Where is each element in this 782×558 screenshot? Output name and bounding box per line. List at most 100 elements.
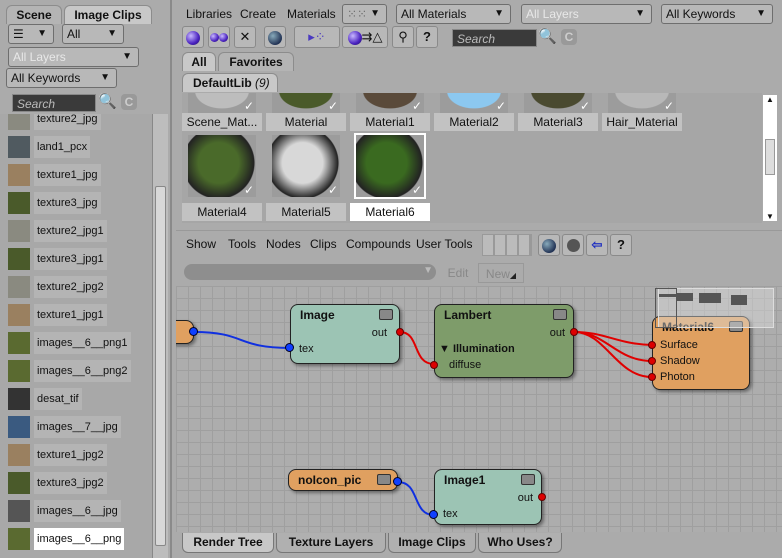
help-button[interactable]: ? xyxy=(416,26,438,48)
scroll-thumb[interactable] xyxy=(155,186,166,546)
navigation-minimap[interactable] xyxy=(655,288,774,328)
tree-menu-show[interactable]: Show xyxy=(186,237,216,251)
new-material-button[interactable] xyxy=(182,26,204,48)
preview-button[interactable] xyxy=(562,234,584,256)
material-card[interactable]: ✓ Material6 xyxy=(350,133,430,221)
clip-list-item[interactable]: texture2_jpg1 xyxy=(4,218,148,244)
tree-menu-compounds[interactable]: Compounds xyxy=(346,237,411,251)
port-image-out[interactable] xyxy=(396,328,404,336)
compound-selector[interactable]: ▼ xyxy=(184,264,436,280)
material-card[interactable]: ✓ Material5 xyxy=(266,135,346,221)
material-card[interactable]: ✓ Material4 xyxy=(182,135,262,221)
tab-texture-layers[interactable]: Texture Layers xyxy=(276,533,386,553)
clip-list-item[interactable]: images__6__png1 xyxy=(4,330,148,356)
collapse-icon[interactable] xyxy=(379,309,393,320)
clip-list-item[interactable]: desat_tif xyxy=(4,386,148,412)
clip-list-scrollbar[interactable] xyxy=(152,114,168,558)
material-name: Material3 xyxy=(518,113,598,131)
port-image1-tex[interactable] xyxy=(429,510,438,519)
port-material-surface[interactable] xyxy=(648,341,656,349)
tab-all[interactable]: All xyxy=(182,52,216,71)
keywords-dropdown[interactable]: All Keywords ▼ xyxy=(6,68,117,88)
tab-scene[interactable]: Scene xyxy=(6,5,62,24)
clip-list-item[interactable]: texture3_jpg xyxy=(4,190,148,216)
port-input-stub-out[interactable] xyxy=(189,327,198,336)
material-clear-search-icon[interactable]: C xyxy=(561,29,577,45)
port-noicon-out[interactable] xyxy=(393,477,402,486)
clip-list-item[interactable]: texture2_jpg xyxy=(4,114,148,132)
collapse-icon[interactable] xyxy=(553,309,567,320)
materials-filter-dropdown[interactable]: All Materials ▼ xyxy=(396,4,511,24)
clip-list-item[interactable]: texture3_jpg1 xyxy=(4,246,148,272)
clip-list-item[interactable]: texture1_jpg2 xyxy=(4,442,148,468)
tree-help-button[interactable]: ? xyxy=(610,234,632,256)
clip-list-item[interactable]: texture3_jpg2 xyxy=(4,470,148,496)
node-lambert[interactable]: Lambert out ▼ Illumination diffuse xyxy=(434,304,574,378)
clip-list-item[interactable]: texture1_jpg xyxy=(4,162,148,188)
edit-button[interactable]: Edit xyxy=(440,263,476,283)
menu-create[interactable]: Create xyxy=(240,7,276,21)
tree-menu-tools[interactable]: Tools xyxy=(228,237,256,251)
material-card[interactable]: ✓ Material1 xyxy=(350,93,430,131)
clip-list-item[interactable]: texture2_jpg2 xyxy=(4,274,148,300)
tab-image-clips-bottom[interactable]: Image Clips xyxy=(388,533,476,553)
assign-material-button[interactable]: ▸⁘ xyxy=(294,26,340,48)
port-material-photon[interactable] xyxy=(648,373,656,381)
render-tree-canvas[interactable]: Image out tex Lambert out ▼ Illumination… xyxy=(176,286,782,532)
layout-toggle-button[interactable] xyxy=(482,234,532,256)
tools-button[interactable]: ⚲ xyxy=(392,26,414,48)
material-card[interactable]: ✓ Scene_Mat... xyxy=(182,93,262,131)
clip-list-item[interactable]: images__7__jpg xyxy=(4,414,148,440)
view-mode-dropdown[interactable]: ☰ ▼ xyxy=(8,24,54,44)
port-lambert-out[interactable] xyxy=(570,328,578,336)
material-card[interactable]: ✓ Hair_Material xyxy=(602,93,682,131)
clip-list-item[interactable]: images__6__png2 xyxy=(4,358,148,384)
top-keywords-dropdown[interactable]: All Keywords ▼ xyxy=(661,4,773,24)
material-card[interactable]: ✓ Material2 xyxy=(434,93,514,131)
clip-list-item[interactable]: images__6__png xyxy=(4,526,148,552)
clear-search-icon[interactable]: C xyxy=(121,94,137,110)
illumination-group[interactable]: ▼ Illumination xyxy=(439,343,515,355)
tab-who-uses[interactable]: Who Uses? xyxy=(478,533,562,553)
collapse-icon[interactable] xyxy=(521,474,535,485)
tab-defaultlib[interactable]: DefaultLib (9) xyxy=(182,73,278,92)
tree-menu-user-tools[interactable]: User Tools xyxy=(416,237,472,251)
collapse-icon[interactable] xyxy=(377,474,391,485)
back-button[interactable]: ⇦ xyxy=(586,234,608,256)
search-icon[interactable]: 🔍 xyxy=(98,92,117,110)
port-image1-out[interactable] xyxy=(538,493,546,501)
material-manager: Libraries Create Materials ⁙⁙ ▼ All Mater… xyxy=(176,0,782,228)
material-grid-scrollbar[interactable]: ▲ ▼ xyxy=(762,94,778,222)
delete-material-button[interactable]: ✕ xyxy=(234,26,256,48)
node-image[interactable]: Image out tex xyxy=(290,304,400,364)
tree-menu-clips[interactable]: Clips xyxy=(310,237,337,251)
refresh-preview-button[interactable] xyxy=(538,234,560,256)
clip-list-item[interactable]: texture1_jpg1 xyxy=(4,302,148,328)
material-card[interactable]: ✓ Material xyxy=(266,93,346,131)
layers-dropdown[interactable]: All Layers ▼ xyxy=(8,47,139,67)
duplicate-material-button[interactable] xyxy=(208,26,230,48)
view-grid-dropdown[interactable]: ⁙⁙ ▼ xyxy=(342,4,387,24)
material-search-icon[interactable]: 🔍 xyxy=(538,27,557,45)
menu-libraries[interactable]: Libraries xyxy=(186,7,232,21)
node-image1[interactable]: Image1 out tex xyxy=(434,469,542,525)
menu-materials[interactable]: Materials xyxy=(287,7,336,21)
new-library-button[interactable] xyxy=(264,26,286,48)
clip-list-item[interactable]: land1_pcx xyxy=(4,134,148,160)
search-input[interactable]: Search xyxy=(12,94,96,112)
port-image-tex[interactable] xyxy=(285,343,294,352)
port-material-shadow[interactable] xyxy=(648,357,656,365)
tree-menu-nodes[interactable]: Nodes xyxy=(266,237,301,251)
clip-filter-dropdown[interactable]: All ▼ xyxy=(62,24,124,44)
tab-favorites[interactable]: Favorites xyxy=(218,52,294,71)
top-layers-dropdown[interactable]: All Layers ▼ xyxy=(521,4,652,24)
material-card[interactable]: ✓ Material3 xyxy=(518,93,598,131)
node-noicon-pic[interactable]: noIcon_pic xyxy=(288,469,398,491)
tab-image-clips[interactable]: Image Clips xyxy=(64,5,152,24)
apply-to-object-button[interactable]: ⇉△ xyxy=(342,26,388,48)
tab-render-tree[interactable]: Render Tree xyxy=(182,533,274,553)
port-lambert-diffuse[interactable] xyxy=(430,361,438,369)
clip-list-item[interactable]: images__6__jpg xyxy=(4,498,148,524)
material-search-input[interactable]: Search xyxy=(452,29,537,47)
new-button[interactable]: New◢ xyxy=(478,263,524,283)
